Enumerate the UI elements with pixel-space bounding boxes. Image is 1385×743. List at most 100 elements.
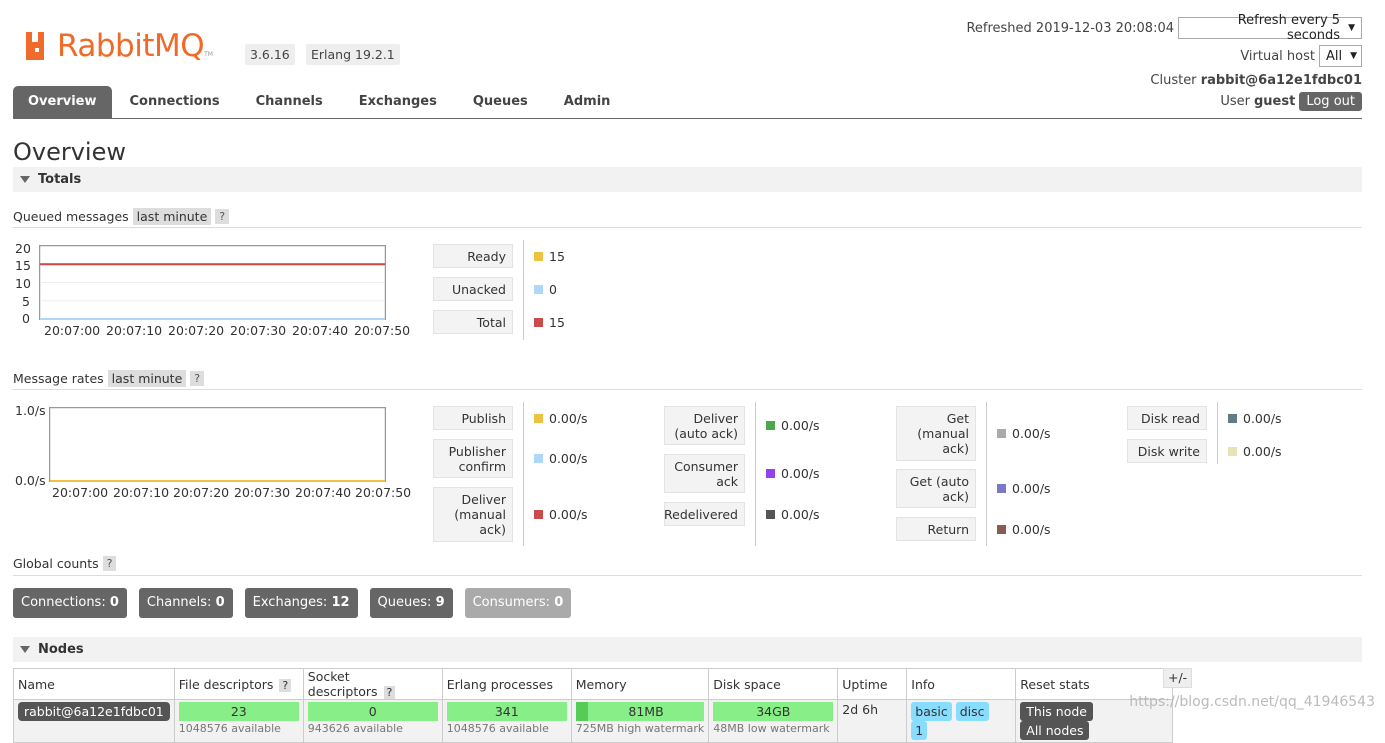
label: File descriptors [178, 676, 274, 692]
erlang-badge: Erlang 19.2.1 [306, 44, 400, 65]
value: 0.00/s [1012, 522, 1051, 537]
columns-toggle-button[interactable]: +/- [1163, 668, 1193, 688]
x-tick: 20:07:00 [44, 323, 101, 338]
queues-count-button[interactable]: Queues: 9 [369, 588, 453, 618]
help-button[interactable]: ? [279, 678, 292, 692]
swatch [534, 414, 543, 423]
swatch [534, 285, 543, 294]
rates-help-button[interactable]: ? [190, 371, 205, 386]
value: 0 [215, 595, 225, 610]
help-button[interactable]: ? [383, 686, 396, 699]
x-tick: 20:07:50 [354, 323, 411, 338]
rate-value: 0.00/s [1228, 444, 1282, 459]
node-name-link[interactable]: rabbit@6a12e1fdbc01 [18, 702, 170, 721]
swatch [997, 429, 1006, 438]
divider [1217, 402, 1218, 464]
label: Exchanges: [252, 595, 328, 610]
rabbitmq-logo[interactable]: RabbitMQ TM [25, 28, 213, 64]
global-help-button[interactable]: ? [102, 556, 117, 571]
refresh-select[interactable]: Refresh every 5 seconds ▼ [1178, 13, 1362, 43]
swatch [534, 318, 543, 327]
disk-sub: 48MB low watermark [713, 722, 830, 735]
exchanges-count-button[interactable]: Exchanges: 12 [244, 588, 358, 618]
divider [523, 240, 524, 340]
dropdown-arrow-icon: ▼ [1350, 51, 1358, 61]
tab-channels[interactable]: Channels [238, 86, 341, 118]
col-uptime: Uptime [837, 668, 908, 700]
x-tick: 20:07:20 [173, 485, 230, 500]
node-name-cell: rabbit@6a12e1fdbc01 [13, 699, 175, 743]
x-tick: 20:07:10 [113, 485, 170, 500]
reset-all-nodes-button[interactable]: All nodes [1020, 721, 1090, 740]
consumers-count-button[interactable]: Consumers: 0 [464, 588, 572, 618]
rate-value: 0.00/s [997, 522, 1051, 537]
legend-ready-value: 15 [534, 249, 565, 264]
queued-messages-title: Queued messages [13, 209, 129, 224]
y-tick: 0 [22, 311, 30, 326]
divider [13, 389, 1362, 390]
dropdown-arrow-icon: ▼ [1348, 23, 1355, 33]
legend-total: Total [433, 310, 513, 334]
nodes-table: Name File descriptors? Socket descriptor… [13, 668, 1174, 743]
tab-exchanges[interactable]: Exchanges [341, 86, 455, 118]
value: 0.00/s [1243, 411, 1282, 426]
sd-bar: 0 [307, 702, 438, 721]
fd-bar: 23 [178, 702, 299, 721]
legend-total-value: 15 [534, 315, 565, 330]
collapse-triangle-icon [20, 646, 30, 653]
channels-count-button[interactable]: Channels: 0 [138, 588, 233, 618]
vhost-select[interactable]: All ▼ [1319, 45, 1362, 67]
connections-count-button[interactable]: Connections: 0 [13, 588, 127, 618]
col-erlang-processes: Erlang processes [441, 668, 572, 700]
legend-unacked-value: 0 [534, 282, 557, 297]
info-badge-count: 1 [911, 721, 928, 740]
ep-bar: 341 [446, 702, 567, 721]
totals-section-label: Totals [38, 172, 82, 187]
divider [13, 575, 1362, 576]
info-badge-basic: basic [911, 702, 952, 721]
legend-deliver-auto-ack: Deliver (auto ack) [664, 406, 745, 445]
legend-redelivered: Redelivered [664, 502, 745, 526]
vhost-label: Virtual host [1240, 48, 1315, 64]
mem-sub: 725MB high watermark [575, 722, 705, 735]
rate-value: 0.00/s [997, 481, 1051, 496]
disk-cell: 34GB 48MB low watermark [708, 699, 839, 743]
fd-sub: 1048576 available [178, 722, 281, 735]
totals-section-toggle[interactable]: Totals [13, 167, 1362, 192]
value: 0 [554, 595, 564, 610]
tab-admin[interactable]: Admin [546, 86, 629, 118]
legend-unacked: Unacked [433, 277, 513, 301]
value: 0.00/s [549, 451, 588, 466]
refreshed-label: Refreshed 2019-12-03 20:08:04 [966, 20, 1174, 36]
swatch [766, 421, 775, 430]
col-name: Name [13, 668, 175, 700]
disk-bar: 34GB [713, 702, 834, 721]
value: 0 [549, 282, 557, 297]
legend-deliver-manual-ack: Deliver (manual ack) [433, 487, 513, 542]
value: 15 [549, 249, 565, 264]
queued-help-button[interactable]: ? [215, 209, 230, 224]
legend-return: Return [896, 517, 976, 541]
reset-this-node-button[interactable]: This node [1020, 702, 1093, 721]
tab-overview[interactable]: Overview [13, 86, 112, 118]
label: Socket descriptors [307, 669, 378, 699]
value: 0.00/s [1012, 426, 1051, 441]
tab-queues[interactable]: Queues [455, 86, 546, 118]
rates-range-button[interactable]: last minute [107, 370, 187, 387]
queued-range-button[interactable]: last minute [132, 208, 212, 225]
value: 0.00/s [781, 507, 820, 522]
main-tabs: Overview Connections Channels Exchanges … [13, 86, 1362, 119]
message-rates-header: Message rates last minute ? [13, 370, 205, 387]
version-badge: 3.6.16 [245, 44, 295, 65]
legend-get-manual-ack: Get (manual ack) [896, 406, 976, 461]
nodes-section-toggle[interactable]: Nodes [13, 637, 1362, 662]
global-counts-header: Global counts ? [13, 556, 117, 571]
x-tick: 20:07:10 [106, 323, 163, 338]
rate-value: 0.00/s [534, 507, 588, 522]
info-badge-disc: disc [955, 702, 989, 721]
queued-messages-chart: 20 15 10 5 0 20:07:00 20:07:10 20:07:20 … [13, 240, 413, 340]
col-info: Info [906, 668, 1017, 700]
tab-connections[interactable]: Connections [112, 86, 238, 118]
rate-value: 0.00/s [766, 466, 820, 481]
label: Queues: [377, 595, 432, 610]
